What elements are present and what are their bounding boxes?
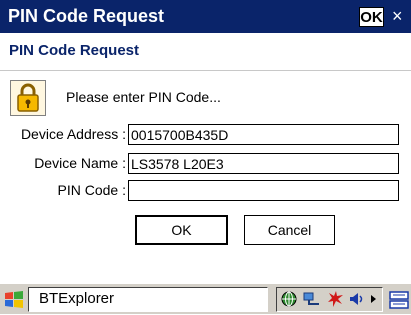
pin-prompt-text: Please enter PIN Code...: [66, 89, 221, 105]
dialog-header: PIN Code Request: [0, 33, 411, 71]
system-tray: [276, 287, 383, 312]
connectivity-icon[interactable]: [301, 290, 323, 308]
taskbar: BTExplorer: [0, 283, 411, 314]
window-title: PIN Code Request: [8, 6, 165, 26]
volume-icon[interactable]: [347, 290, 365, 308]
pin-code-label: PIN Code :: [57, 182, 126, 198]
taskbar-app-button[interactable]: BTExplorer: [28, 287, 268, 312]
title-bar: PIN Code Request OK ×: [0, 0, 411, 33]
windows-flag-icon[interactable]: [3, 289, 25, 311]
device-name-field[interactable]: [128, 153, 399, 174]
network-globe-icon[interactable]: [280, 290, 298, 308]
cancel-button[interactable]: Cancel: [244, 215, 335, 245]
bluetooth-icon[interactable]: [327, 290, 345, 308]
pin-code-field[interactable]: [128, 180, 399, 201]
dialog-heading: PIN Code Request: [9, 42, 140, 59]
ok-button[interactable]: OK: [135, 215, 228, 245]
chevron-right-icon[interactable]: [369, 290, 379, 308]
device-address-label: Device Address :: [20, 126, 126, 142]
device-address-field[interactable]: [128, 124, 399, 145]
device-name-label: Device Name :: [34, 155, 126, 171]
padlock-icon: [10, 80, 46, 116]
keyboard-icon[interactable]: [389, 289, 409, 311]
close-icon[interactable]: ×: [392, 5, 403, 27]
titlebar-ok-button[interactable]: OK: [359, 7, 384, 27]
